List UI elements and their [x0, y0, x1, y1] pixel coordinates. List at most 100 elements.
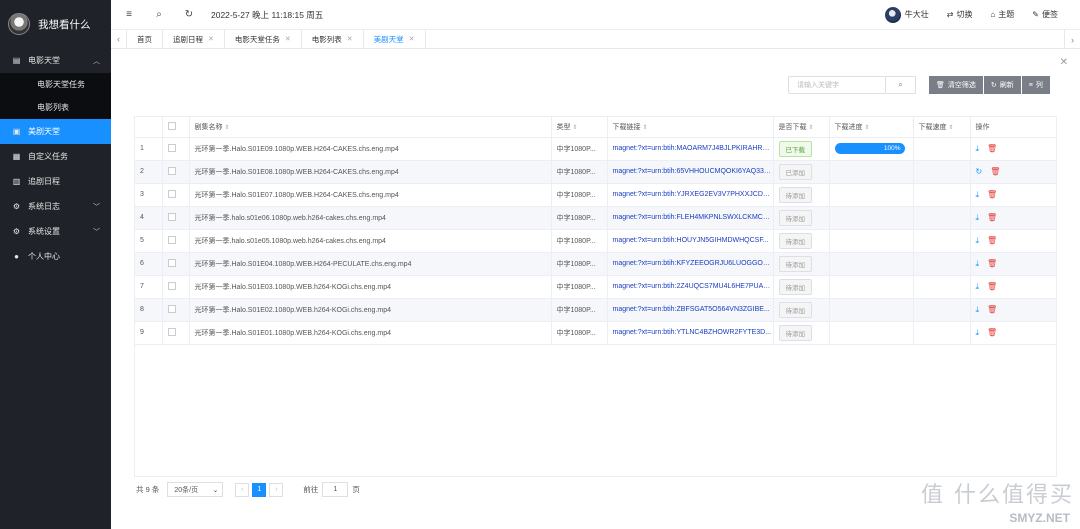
sidebar-item-movie-heaven[interactable]: ▤ 电影天堂 ︿	[0, 48, 111, 73]
trash-icon[interactable]: 🗑	[987, 213, 997, 222]
tab-schedule[interactable]: 追剧日程 ✕	[163, 30, 225, 48]
sidebar-item-schedule[interactable]: ▥ 追剧日程	[0, 169, 111, 194]
magnet-link[interactable]: magnet:?xt=urn:btih:FLEH4MKPNLSWXLCKMCN.…	[607, 206, 774, 230]
header-downloaded[interactable]: 是否下载 ⇕	[773, 117, 830, 138]
row-select[interactable]	[162, 229, 190, 253]
row-select[interactable]	[162, 321, 190, 345]
refresh-icon[interactable]: ↻	[976, 167, 983, 176]
trash-icon[interactable]: 🗑	[987, 305, 997, 314]
magnet-link[interactable]: magnet:?xt=urn:btih:HOUYJN5GIHMDWHQCSF..…	[607, 229, 774, 253]
sidebar-item-system-settings[interactable]: ⚙ 系统设置 ﹀	[0, 219, 111, 244]
tab-home[interactable]: 首页	[127, 30, 163, 48]
note-button[interactable]: ✎ 便签	[1032, 9, 1058, 20]
row-select[interactable]	[162, 137, 190, 161]
prev-page-button[interactable]: ‹	[235, 482, 250, 497]
sidebar-item-movie-tasks[interactable]: 电影天堂任务	[0, 73, 111, 96]
download-icon[interactable]: ⤓	[976, 236, 980, 245]
magnet-link[interactable]: magnet:?xt=urn:btih:ZBFSGAT5O564VN3ZGIBE…	[607, 298, 774, 322]
switch-button[interactable]: ⇄ 切换	[947, 9, 973, 20]
row-checkbox[interactable]	[167, 304, 176, 313]
trash-icon[interactable]: 🗑	[987, 190, 997, 199]
row-checkbox[interactable]	[167, 166, 176, 175]
download-icon[interactable]: ⤓	[976, 282, 980, 291]
username[interactable]: 牛大壮	[905, 9, 929, 20]
sort-icon[interactable]: ⇕	[643, 125, 648, 131]
row-checkbox[interactable]	[167, 235, 176, 244]
row-checkbox[interactable]	[167, 327, 176, 336]
table-row[interactable]: 7 光环第一季.Halo.S01E03.1080p.WEB.h264-KOGi.c…	[135, 275, 1057, 299]
header-link[interactable]: 下载链接 ⇕	[607, 117, 774, 138]
magnet-link[interactable]: magnet:?xt=urn:btih:YTLNC4BZHOWR2FYTE3D.…	[607, 321, 774, 345]
row-select[interactable]	[162, 206, 190, 230]
table-row[interactable]: 2 光环第一季.Halo.S01E08.1080p.WEB.H264-CAKES.…	[135, 160, 1057, 184]
next-page-button[interactable]: ›	[269, 482, 284, 497]
download-icon[interactable]: ⤓	[976, 328, 980, 337]
sort-icon[interactable]: ⇕	[865, 125, 870, 131]
sort-icon[interactable]: ⇕	[573, 125, 578, 131]
trash-icon[interactable]: 🗑	[987, 282, 997, 291]
row-checkbox[interactable]	[167, 281, 176, 290]
table-row[interactable]: 6 光环第一季.Halo.S01E04.1080p.WEB.H264-PECULA…	[135, 252, 1057, 276]
theme-button[interactable]: ⌂ 主题	[990, 9, 1014, 20]
header-name[interactable]: 剧集名称 ⇕	[189, 117, 552, 138]
search-button[interactable]: ⌕	[886, 76, 916, 94]
sort-icon[interactable]: ⇕	[809, 125, 814, 131]
table-row[interactable]: 5 光环第一季.halo.s01e05.1080p.web.h264-cakes.…	[135, 229, 1057, 253]
search-icon[interactable]: ⌕	[151, 9, 167, 20]
close-icon[interactable]: ✕	[208, 35, 214, 43]
tabs-left-arrow[interactable]: ‹	[111, 30, 127, 48]
page-number-current[interactable]: 1	[252, 482, 267, 497]
row-checkbox[interactable]	[167, 258, 176, 267]
search-input[interactable]: 请输入关键字	[788, 76, 886, 94]
table-row[interactable]: 9 光环第一季.Halo.S01E01.1080p.WEB.h264-KOGi.c…	[135, 321, 1057, 345]
columns-button[interactable]: ≡ 列	[1021, 76, 1050, 94]
row-select[interactable]	[162, 298, 190, 322]
table-row[interactable]: 3 光环第一季.Halo.S01E07.1080p.WEB.H264-CAKES.…	[135, 183, 1057, 207]
close-icon[interactable]: ✕	[1060, 57, 1068, 68]
trash-icon[interactable]: 🗑	[987, 259, 997, 268]
close-icon[interactable]: ✕	[285, 35, 291, 43]
header-select[interactable]	[162, 117, 190, 138]
trash-icon[interactable]: 🗑	[990, 167, 1000, 176]
header-speed[interactable]: 下载速度 ⇕	[913, 117, 971, 138]
select-all-checkbox[interactable]	[167, 121, 176, 130]
close-icon[interactable]: ✕	[347, 35, 353, 43]
tab-movie-list[interactable]: 电影列表 ✕	[302, 30, 364, 48]
row-select[interactable]	[162, 160, 190, 184]
magnet-link[interactable]: magnet:?xt=urn:btih:65VHHOUCMQOKI6YAQ332…	[607, 160, 774, 184]
row-select[interactable]	[162, 275, 190, 299]
download-icon[interactable]: ⤓	[976, 213, 980, 222]
table-row[interactable]: 1 光环第一季.Halo.S01E09.1080p.WEB.H264-CAKES.…	[135, 137, 1057, 161]
goto-page-input[interactable]: 1	[322, 482, 349, 497]
sidebar-item-system-log[interactable]: ⚙ 系统日志 ﹀	[0, 194, 111, 219]
row-select[interactable]	[162, 252, 190, 276]
download-icon[interactable]: ⤓	[976, 305, 980, 314]
download-icon[interactable]: ⤓	[976, 190, 980, 199]
row-checkbox[interactable]	[167, 143, 176, 152]
header-type[interactable]: 类型 ⇕	[551, 117, 608, 138]
refresh-button[interactable]: ↻ 刷新	[983, 76, 1021, 94]
row-checkbox[interactable]	[167, 189, 176, 198]
tabs-right-arrow[interactable]: ›	[1064, 30, 1080, 49]
close-icon[interactable]: ✕	[409, 35, 415, 43]
sidebar-item-movie-list[interactable]: 电影列表	[0, 96, 111, 119]
sidebar-item-custom-tasks[interactable]: ▦ 自定义任务	[0, 144, 111, 169]
tab-movie-tasks[interactable]: 电影天堂任务 ✕	[225, 30, 302, 48]
download-icon[interactable]: ⤓	[976, 144, 980, 153]
magnet-link[interactable]: magnet:?xt=urn:btih:2Z4UQCS7MU4L6HE7PUAS…	[607, 275, 774, 299]
sidebar-item-us-drama[interactable]: ▣ 美剧天堂	[0, 119, 111, 144]
sidebar-item-profile[interactable]: ● 个人中心	[0, 244, 111, 269]
menu-toggle-icon[interactable]: ≡	[121, 9, 137, 20]
clear-filter-button[interactable]: 🗑 清空筛选	[929, 76, 983, 94]
sort-icon[interactable]: ⇕	[225, 125, 230, 131]
trash-icon[interactable]: 🗑	[987, 144, 997, 153]
tab-us-drama[interactable]: 美剧天堂 ✕	[364, 30, 426, 48]
row-select[interactable]	[162, 183, 190, 207]
row-checkbox[interactable]	[167, 212, 176, 221]
page-size-select[interactable]: 20条/页 ⌄	[167, 482, 224, 497]
header-progress[interactable]: 下载进度 ⇕	[829, 117, 914, 138]
avatar[interactable]	[884, 6, 901, 23]
trash-icon[interactable]: 🗑	[987, 328, 997, 337]
trash-icon[interactable]: 🗑	[987, 236, 997, 245]
download-icon[interactable]: ⤓	[976, 259, 980, 268]
